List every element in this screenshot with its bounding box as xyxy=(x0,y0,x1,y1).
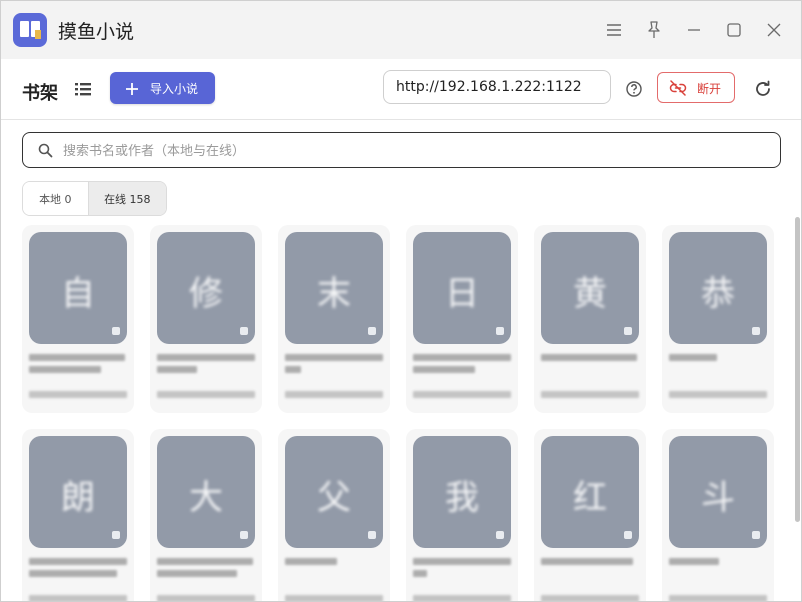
search-input[interactable] xyxy=(61,133,765,169)
menu-icon[interactable] xyxy=(601,17,627,43)
book-cover: 日 xyxy=(413,232,511,344)
cover-char: 自 xyxy=(61,274,95,314)
book-cover: 恭 xyxy=(669,232,767,344)
app-book-icon xyxy=(13,13,47,47)
book-cover: 朗 xyxy=(29,436,127,548)
disconnect-label: 断开 xyxy=(697,82,722,96)
book-card[interactable]: 日 xyxy=(406,225,518,413)
tab-online[interactable]: 在线 158 xyxy=(87,182,166,215)
shelf-title: 书架 xyxy=(22,83,58,104)
book-title-blurred xyxy=(413,349,511,373)
book-meta-blurred xyxy=(541,595,639,601)
book-card[interactable]: 自 xyxy=(22,225,134,413)
book-card[interactable]: 恭 xyxy=(662,225,774,413)
list-view-icon[interactable] xyxy=(73,79,95,101)
book-cover: 末 xyxy=(285,232,383,344)
maximize-icon[interactable] xyxy=(721,17,747,43)
search-box[interactable] xyxy=(22,132,781,169)
book-cover: 修 xyxy=(157,232,255,344)
book-cover: 黄 xyxy=(541,232,639,344)
scrollbar-thumb[interactable] xyxy=(795,217,800,522)
cover-char: 红 xyxy=(573,478,607,518)
book-title-blurred xyxy=(669,553,767,565)
disconnect-button[interactable]: 断开 xyxy=(657,72,735,103)
book-title-blurred xyxy=(157,553,255,577)
title-bar[interactable]: 摸鱼小说 xyxy=(1,1,801,59)
minimize-icon[interactable] xyxy=(681,17,707,43)
book-card[interactable]: 斗 xyxy=(662,429,774,601)
cover-char: 大 xyxy=(189,478,223,518)
cover-char: 恭 xyxy=(701,274,735,314)
book-meta-blurred xyxy=(413,595,511,601)
server-url-input[interactable] xyxy=(383,70,611,104)
cover-char: 日 xyxy=(445,274,479,314)
book-cover: 父 xyxy=(285,436,383,548)
book-cover: 大 xyxy=(157,436,255,548)
book-cover: 斗 xyxy=(669,436,767,548)
book-title-blurred xyxy=(669,349,767,361)
close-icon[interactable] xyxy=(761,17,787,43)
cover-char: 黄 xyxy=(573,274,607,314)
book-meta-blurred xyxy=(413,391,511,398)
book-card[interactable]: 大 xyxy=(150,429,262,601)
book-card[interactable]: 父 xyxy=(278,429,390,601)
book-title-blurred xyxy=(29,553,127,577)
book-meta-blurred xyxy=(157,391,255,398)
import-novel-button[interactable]: 导入小说 xyxy=(110,72,215,104)
search-icon xyxy=(38,143,53,162)
book-card[interactable]: 末 xyxy=(278,225,390,413)
book-meta-blurred xyxy=(669,391,767,398)
cover-char: 末 xyxy=(317,274,351,314)
book-cover: 红 xyxy=(541,436,639,548)
book-meta-blurred xyxy=(29,391,127,398)
cover-char: 父 xyxy=(317,478,351,518)
book-meta-blurred xyxy=(285,595,383,601)
plus-icon xyxy=(125,81,139,100)
cover-char: 我 xyxy=(445,478,479,518)
book-card[interactable]: 我 xyxy=(406,429,518,601)
book-cover: 自 xyxy=(29,232,127,344)
book-title-blurred xyxy=(541,349,639,361)
tab-local[interactable]: 本地 0 xyxy=(23,182,88,215)
book-meta-blurred xyxy=(29,595,127,601)
unlink-icon xyxy=(669,80,687,100)
help-icon[interactable] xyxy=(625,80,643,98)
refresh-icon[interactable] xyxy=(753,79,773,99)
book-grid: 自 修 末 日 黄 恭 朗 大 父 我 红 斗 xyxy=(22,225,782,601)
book-title-blurred xyxy=(285,553,383,565)
book-card[interactable]: 修 xyxy=(150,225,262,413)
book-title-blurred xyxy=(413,553,511,577)
book-title-blurred xyxy=(285,349,383,373)
book-card[interactable]: 红 xyxy=(534,429,646,601)
book-meta-blurred xyxy=(541,391,639,398)
pin-icon[interactable] xyxy=(641,17,667,43)
source-tabs: 本地 0 在线 158 xyxy=(22,181,167,216)
book-title-blurred xyxy=(29,349,127,373)
toolbar: 书架 导入小说 http://192.168.1.222:1122 断开 xyxy=(1,59,801,120)
book-meta-blurred xyxy=(157,595,255,601)
app-window: 摸鱼小说 书架 导入小说 http://192.168.1.222:1122 断… xyxy=(0,0,802,602)
book-cover: 我 xyxy=(413,436,511,548)
book-card[interactable]: 朗 xyxy=(22,429,134,601)
book-meta-blurred xyxy=(669,595,767,601)
cover-char: 朗 xyxy=(61,478,95,518)
book-card[interactable]: 黄 xyxy=(534,225,646,413)
book-meta-blurred xyxy=(285,391,383,398)
cover-char: 修 xyxy=(189,274,223,314)
app-title: 摸鱼小说 xyxy=(58,21,135,43)
cover-char: 斗 xyxy=(701,478,735,518)
import-novel-label: 导入小说 xyxy=(150,82,199,96)
book-title-blurred xyxy=(541,553,639,565)
book-title-blurred xyxy=(157,349,255,373)
